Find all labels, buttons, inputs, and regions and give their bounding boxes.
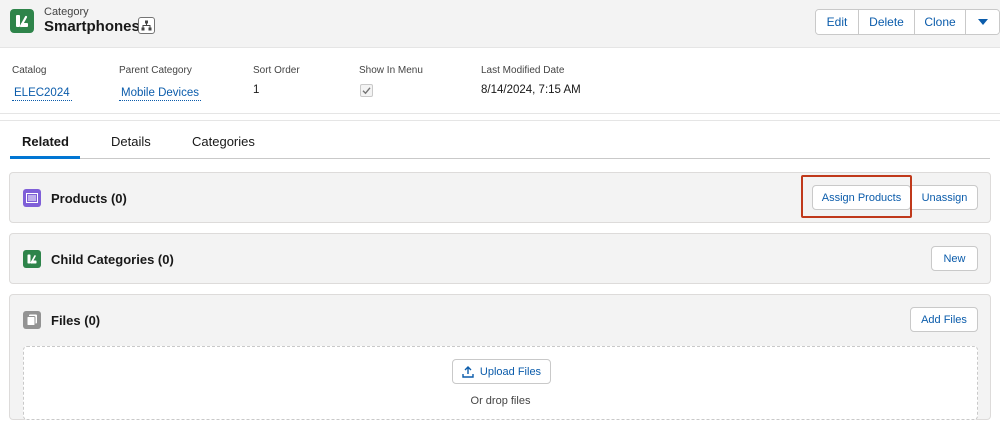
tab-related[interactable]: Related <box>22 134 69 149</box>
add-files-button[interactable]: Add Files <box>910 307 978 332</box>
delete-button[interactable]: Delete <box>859 10 915 34</box>
more-actions-button[interactable] <box>966 10 999 34</box>
hierarchy-icon[interactable] <box>138 17 155 34</box>
active-tab-indicator <box>10 156 80 159</box>
parent-category-link[interactable]: Mobile Devices <box>119 87 201 101</box>
child-categories-title: Child Categories (0) <box>51 252 174 267</box>
record-tabs: Related Details Categories <box>10 127 990 159</box>
highlight-annotation <box>801 175 912 218</box>
page-title: Smartphones <box>44 18 140 35</box>
field-last-modified: Last Modified Date 8/14/2024, 7:15 AM <box>481 65 581 96</box>
field-label: Last Modified Date <box>481 65 565 76</box>
field-label: Sort Order <box>253 65 300 76</box>
sort-order-value: 1 <box>253 84 260 96</box>
clone-button[interactable]: Clone <box>915 10 966 34</box>
files-title: Files (0) <box>51 313 101 328</box>
products-title: Products (0) <box>51 191 127 206</box>
field-sort-order: Sort Order 1 <box>253 65 300 96</box>
object-type-label: Category <box>44 6 89 18</box>
chevron-down-icon <box>977 19 988 25</box>
file-drop-zone[interactable]: Upload Files Or drop files <box>23 346 978 420</box>
checkmark-icon <box>362 87 371 95</box>
field-label: Catalog <box>12 65 47 76</box>
upload-files-label: Upload Files <box>479 365 542 378</box>
products-icon <box>23 189 41 207</box>
category-icon <box>10 9 34 33</box>
edit-button[interactable]: Edit <box>816 10 859 34</box>
drop-files-text: Or drop files <box>470 395 531 407</box>
section-divider <box>0 120 1000 121</box>
record-actions: Edit Delete Clone <box>815 9 1000 35</box>
upload-icon <box>462 365 474 378</box>
highlights-panel: Catalog ELEC2024 Parent Category Mobile … <box>0 48 1000 114</box>
unassign-button[interactable]: Unassign <box>911 185 978 210</box>
field-label: Show In Menu <box>359 65 423 76</box>
show-in-menu-checkbox <box>360 84 373 97</box>
files-card: Files (0) Add Files Upload Files Or drop… <box>9 294 991 420</box>
field-label: Parent Category <box>119 65 192 76</box>
upload-files-button[interactable]: Upload Files <box>452 359 551 384</box>
tab-categories[interactable]: Categories <box>192 134 255 149</box>
catalog-link[interactable]: ELEC2024 <box>12 87 72 101</box>
tab-details[interactable]: Details <box>111 134 151 149</box>
field-catalog: Catalog ELEC2024 <box>12 65 72 101</box>
record-header: Category Smartphones Edit Delete Clone <box>0 0 1000 48</box>
field-show-in-menu: Show In Menu <box>359 65 423 97</box>
new-child-category-button[interactable]: New <box>931 246 978 271</box>
field-parent-category: Parent Category Mobile Devices <box>119 65 201 101</box>
category-icon <box>23 250 41 268</box>
child-categories-card: Child Categories (0) New <box>9 233 991 284</box>
files-icon <box>23 311 41 329</box>
last-modified-value: 8/14/2024, 7:15 AM <box>481 84 581 96</box>
